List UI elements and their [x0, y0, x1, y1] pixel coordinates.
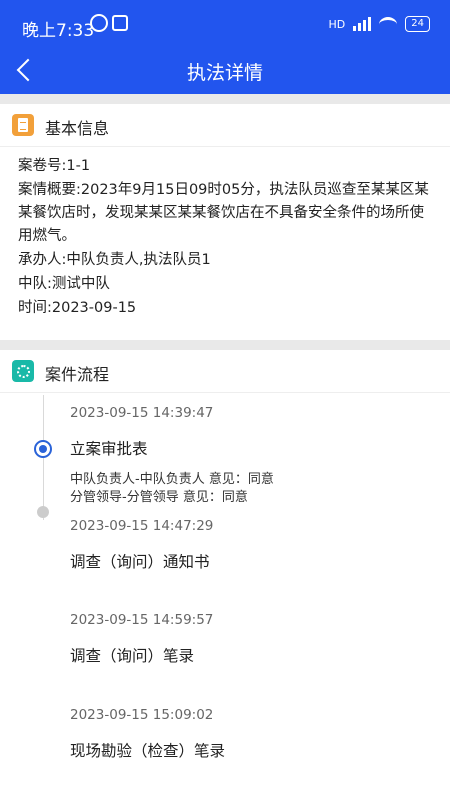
nfc-icon [112, 15, 128, 31]
process-title: 案件流程 [45, 365, 110, 384]
basic-info-header: 基本信息 [0, 104, 450, 147]
step-title: 现场勘验（检查）笔录 [70, 742, 226, 760]
current-step-dot-icon [34, 440, 52, 458]
timeline-item[interactable]: 2023-09-15 14:39:47 立案审批表 中队负责人-中队负责人 意见… [70, 405, 274, 507]
process-header: 案件流程 [0, 350, 450, 393]
step-dot-icon [37, 506, 49, 518]
timeline-item[interactable]: 2023-09-15 15:09:02 现场勘验（检查）笔录 [70, 707, 225, 761]
case-number: 案卷号:1-1 [18, 158, 91, 174]
basic-info-body: 案卷号:1-1 案情概要:2023年9月15日09时05分，执法队员巡查至某某区… [0, 147, 450, 320]
basic-info-title: 基本信息 [45, 119, 110, 138]
step-title: 立案审批表 [70, 440, 148, 458]
basic-info-card: 基本信息 案卷号:1-1 案情概要:2023年9月15日09时05分，执法队员巡… [0, 104, 450, 340]
process-timeline: 2023-09-15 14:39:47 立案审批表 中队负责人-中队负责人 意见… [0, 395, 450, 800]
case-team: 中队:测试中队 [18, 276, 110, 292]
signal-icon [353, 17, 372, 31]
app-bar: 执法详情 [0, 50, 450, 94]
battery-icon: 24 [405, 16, 430, 32]
step-time: 2023-09-15 14:47:29 [70, 518, 214, 534]
document-icon [12, 114, 34, 136]
case-time: 时间:2023-09-15 [18, 300, 137, 316]
case-handler: 承办人:中队负责人,执法队员1 [18, 252, 211, 268]
divider [0, 340, 450, 350]
step-time: 2023-09-15 15:09:02 [70, 707, 214, 723]
timeline-item[interactable]: 2023-09-15 14:47:29 调查（询问）通知书 [70, 518, 213, 572]
page-title: 执法详情 [186, 62, 263, 84]
case-summary: 案情概要:2023年9月15日09时05分，执法队员巡查至某某区某某餐饮店时，发… [18, 182, 429, 244]
step-time: 2023-09-15 14:39:47 [70, 405, 214, 421]
step-title: 调查（询问）笔录 [70, 647, 195, 665]
alarm-icon [90, 14, 108, 32]
process-card: 案件流程 2023-09-15 14:39:47 立案审批表 中队负责人-中队负… [0, 350, 450, 800]
step-time: 2023-09-15 14:59:57 [70, 612, 214, 628]
status-time: 晚上7:33 [22, 21, 95, 41]
step-opinion: 中队负责人-中队负责人 意见：同意 [70, 472, 274, 487]
divider [0, 94, 450, 104]
hd-label: HD [328, 17, 346, 31]
wifi-icon [379, 16, 398, 32]
process-icon [12, 360, 34, 382]
step-opinion: 分管领导-分管领导 意见：同意 [70, 490, 248, 505]
timeline-item[interactable]: 2023-09-15 14:59:57 调查（询问）笔录 [70, 612, 213, 666]
step-title: 调查（询问）通知书 [70, 553, 210, 571]
status-bar: 晚上7:33 HD 24 [0, 0, 450, 50]
